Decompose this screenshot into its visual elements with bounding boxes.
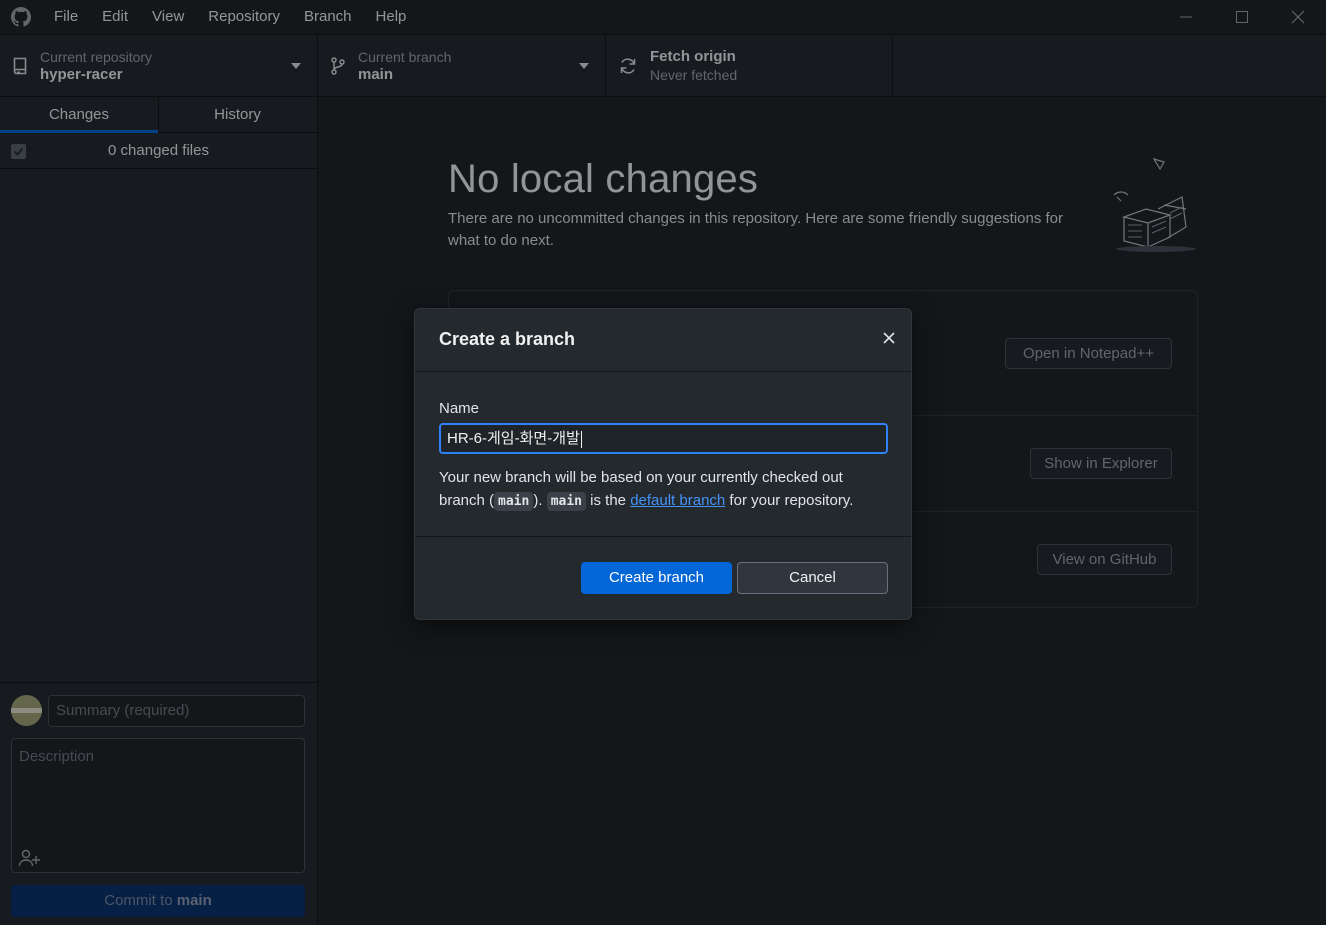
- dialog-header: Create a branch: [415, 309, 911, 372]
- cancel-button[interactable]: Cancel: [737, 562, 888, 594]
- branch-name-input[interactable]: HR-6-게임-화면-개발: [439, 423, 888, 454]
- create-branch-button[interactable]: Create branch: [581, 562, 732, 594]
- branch-code: main: [546, 492, 586, 511]
- default-branch-link[interactable]: default branch: [630, 492, 725, 509]
- branch-help-text: Your new branch will be based on your cu…: [439, 466, 889, 513]
- help-text-4: for your repository.: [725, 492, 854, 509]
- branch-code: main: [494, 492, 534, 511]
- dialog-title: Create a branch: [439, 329, 576, 349]
- close-icon[interactable]: [881, 330, 897, 346]
- dialog-footer: Create branch Cancel: [415, 537, 911, 619]
- branch-name-label: Name: [439, 400, 480, 417]
- dialog-body: Name HR-6-게임-화면-개발 Your new branch will …: [415, 372, 911, 537]
- branch-name-value: HR-6-게임-화면-개발: [447, 430, 580, 447]
- help-text-3: is the: [586, 492, 631, 509]
- create-branch-dialog: Create a branch Name HR-6-게임-화면-개발 Your …: [414, 308, 912, 620]
- help-text-2: ).: [533, 492, 547, 509]
